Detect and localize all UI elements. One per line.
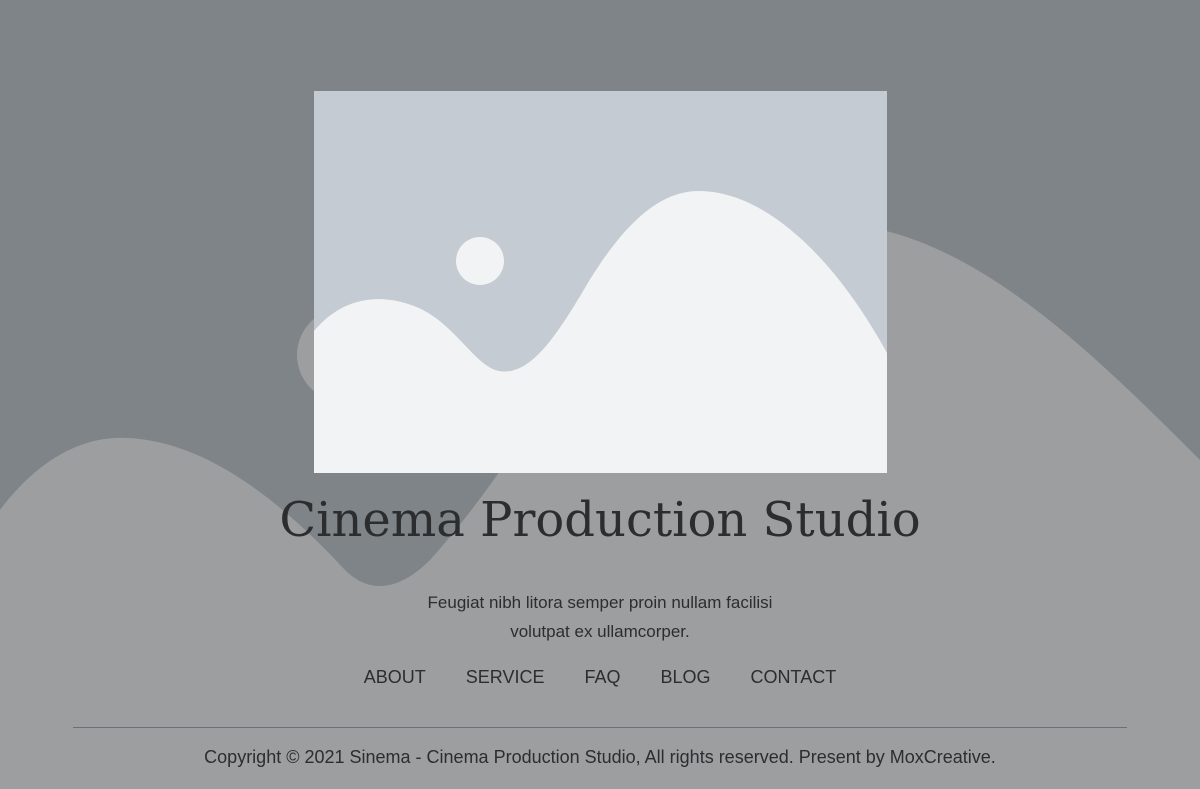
nav-link-about[interactable]: ABOUT: [344, 664, 446, 690]
copyright-text: Copyright © 2021 Sinema - Cinema Product…: [204, 747, 996, 767]
footer-divider: [73, 727, 1127, 728]
image-placeholder-icon: [314, 91, 887, 473]
nav-link-contact[interactable]: CONTACT: [731, 664, 857, 690]
nav-link-service[interactable]: SERVICE: [446, 664, 565, 690]
nav-link-faq[interactable]: FAQ: [565, 664, 641, 690]
nav-link-blog[interactable]: BLOG: [641, 664, 731, 690]
footer-nav: ABOUT SERVICE FAQ BLOG CONTACT: [0, 664, 1200, 690]
page-title: Cinema Production Studio: [279, 492, 921, 548]
tagline: Feugiat nibh litora semper proin nullam …: [427, 593, 773, 641]
